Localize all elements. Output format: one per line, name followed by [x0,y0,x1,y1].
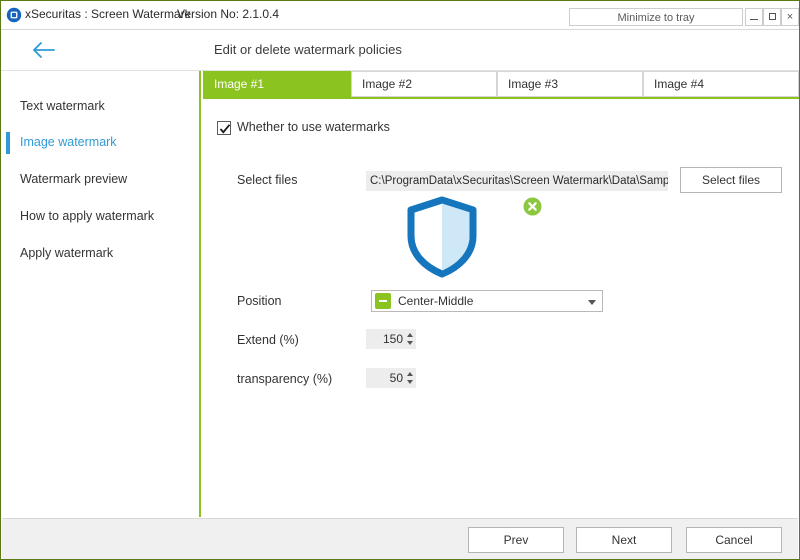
tab-image-3[interactable]: Image #3 [497,71,643,97]
sidebar-item-label: How to apply watermark [20,209,154,223]
tab-image-2[interactable]: Image #2 [351,71,497,97]
minimize-icon [750,19,758,20]
maximize-button[interactable] [763,8,781,26]
check-icon [219,123,231,135]
spinner-down-icon[interactable] [407,341,413,345]
sidebar-item-label: Image watermark [20,135,117,149]
title-bar: xSecuritas : Screen Watermark Version No… [1,1,799,30]
tab-image-4[interactable]: Image #4 [643,71,799,97]
select-files-button[interactable]: Select files [680,167,782,193]
transparency-label: transparency (%) [237,372,332,386]
spinner-up-icon[interactable] [407,372,413,376]
cancel-button[interactable]: Cancel [686,527,782,553]
delete-circle-icon[interactable] [523,197,542,216]
active-indicator [6,132,10,154]
application-window: xSecuritas : Screen Watermark Version No… [0,0,800,560]
sidebar-item-watermark-preview[interactable]: Watermark preview [2,168,199,192]
position-value: Center-Middle [398,294,473,308]
extend-label: Extend (%) [237,333,299,347]
tab-label: Image #2 [362,77,412,91]
position-dropdown[interactable]: Center-Middle [371,290,603,312]
sidebar-item-label: Text watermark [20,99,105,113]
file-path-input[interactable]: C:\ProgramData\xSecuritas\Screen Waterma… [366,171,668,191]
image-tabs: Image #1 Image #2 Image #3 Image #4 [203,71,799,99]
shield-icon [406,196,478,278]
version-label: Version No: 2.1.0.4 [177,7,279,21]
chevron-down-icon [588,300,596,305]
next-button[interactable]: Next [576,527,672,553]
transparency-stepper[interactable]: 50 [366,368,416,388]
transparency-value: 50 [390,371,403,385]
app-circle-icon [6,7,22,23]
page-header: Edit or delete watermark policies [1,30,799,71]
sidebar: Text watermark Image watermark Watermark… [2,71,201,517]
extend-stepper[interactable]: 150 [366,329,416,349]
position-center-middle-icon [375,293,391,309]
window-title: xSecuritas : Screen Watermark [25,7,191,21]
spinner-up-icon[interactable] [407,333,413,337]
maximize-icon [769,13,776,20]
tab-label: Image #3 [508,77,558,91]
footer-bar: Prev Next Cancel [2,518,798,559]
sidebar-item-text-watermark[interactable]: Text watermark [2,95,199,119]
tab-label: Image #1 [214,77,264,91]
sidebar-item-image-watermark[interactable]: Image watermark [2,131,199,155]
spinner-down-icon[interactable] [407,380,413,384]
minimize-to-tray-button[interactable]: Minimize to tray [569,8,743,26]
minimize-button[interactable] [745,8,763,26]
sidebar-item-apply-watermark[interactable]: Apply watermark [2,242,199,266]
use-watermarks-label: Whether to use watermarks [237,120,390,134]
page-title: Edit or delete watermark policies [214,42,402,57]
use-watermarks-checkbox[interactable] [217,121,231,135]
back-arrow-icon [21,33,67,67]
tab-label: Image #4 [654,77,704,91]
select-files-label: Select files [237,173,297,187]
prev-button[interactable]: Prev [468,527,564,553]
extend-value: 150 [383,332,403,346]
tab-image-1[interactable]: Image #1 [203,71,351,97]
sidebar-item-label: Watermark preview [20,172,127,186]
back-button[interactable] [21,33,67,67]
position-label: Position [237,294,281,308]
sidebar-item-label: Apply watermark [20,246,113,260]
content-panel: Image #1 Image #2 Image #3 Image #4 Whet… [203,71,799,517]
close-button[interactable]: × [781,8,799,26]
sidebar-item-how-to-apply-watermark[interactable]: How to apply watermark [2,205,199,229]
